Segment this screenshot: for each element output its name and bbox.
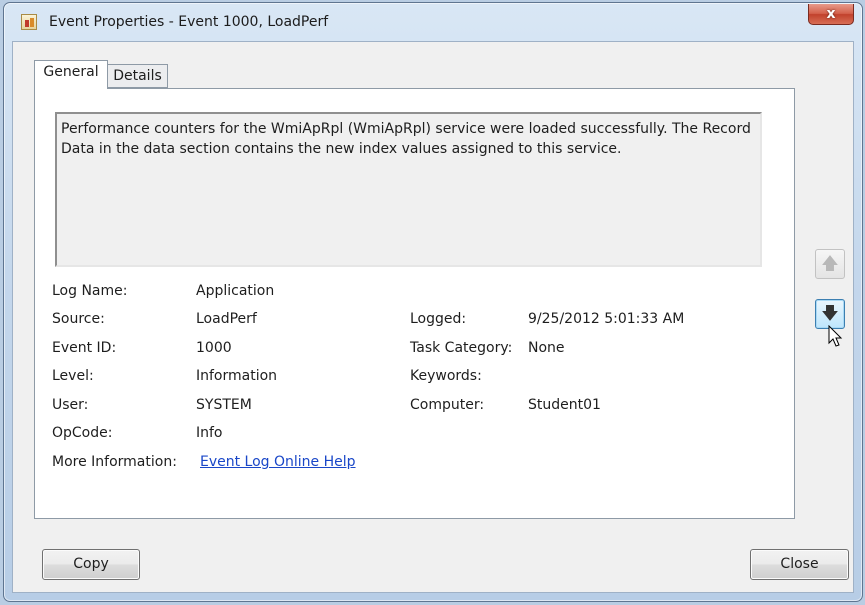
opcode-label: OpCode: [52,425,113,441]
tab-details[interactable]: Details [108,64,168,88]
window-title: Event Properties - Event 1000, LoadPerf [49,14,329,30]
title-bar[interactable]: Event Properties - Event 1000, LoadPerf … [4,3,862,41]
event-description[interactable]: Performance counters for the WmiApRpl (W… [55,112,762,267]
keywords-label: Keywords: [410,368,482,384]
level-value[interactable]: Information [196,368,277,384]
task-category-label: Task Category: [410,340,513,356]
computer-value[interactable]: Student01 [528,397,601,413]
logged-label: Logged: [410,311,467,327]
event-log-online-help-link[interactable]: Event Log Online Help [200,454,356,470]
dialog-client-area: General Details Performance counters for… [12,41,854,593]
event-id-label: Event ID: [52,340,117,356]
source-value[interactable]: LoadPerf [196,311,257,327]
event-id-value[interactable]: 1000 [196,340,232,356]
arrow-up-icon: 🡅 [821,254,839,274]
copy-button[interactable]: Copy [42,549,140,580]
user-label: User: [52,397,89,413]
source-label: Source: [52,311,105,327]
mouse-pointer-icon [828,325,843,347]
tab-general[interactable]: General [34,60,108,89]
task-category-value[interactable]: None [528,340,565,356]
general-tab-panel: Performance counters for the WmiApRpl (W… [34,88,795,519]
log-name-label: Log Name: [52,283,128,299]
event-viewer-icon [21,14,37,30]
more-information-label: More Information: [52,454,177,470]
previous-event-button[interactable]: 🡅 [815,249,845,279]
arrow-down-icon: 🡇 [821,304,839,324]
logged-value[interactable]: 9/25/2012 5:01:33 AM [528,311,684,327]
log-name-value[interactable]: Application [196,283,274,299]
computer-label: Computer: [410,397,485,413]
user-value[interactable]: SYSTEM [196,397,252,413]
close-button[interactable]: Close [750,549,849,580]
window-close-button[interactable]: x [808,4,854,25]
opcode-value[interactable]: Info [196,425,223,441]
level-label: Level: [52,368,94,384]
event-properties-window: Event Properties - Event 1000, LoadPerf … [3,2,863,602]
